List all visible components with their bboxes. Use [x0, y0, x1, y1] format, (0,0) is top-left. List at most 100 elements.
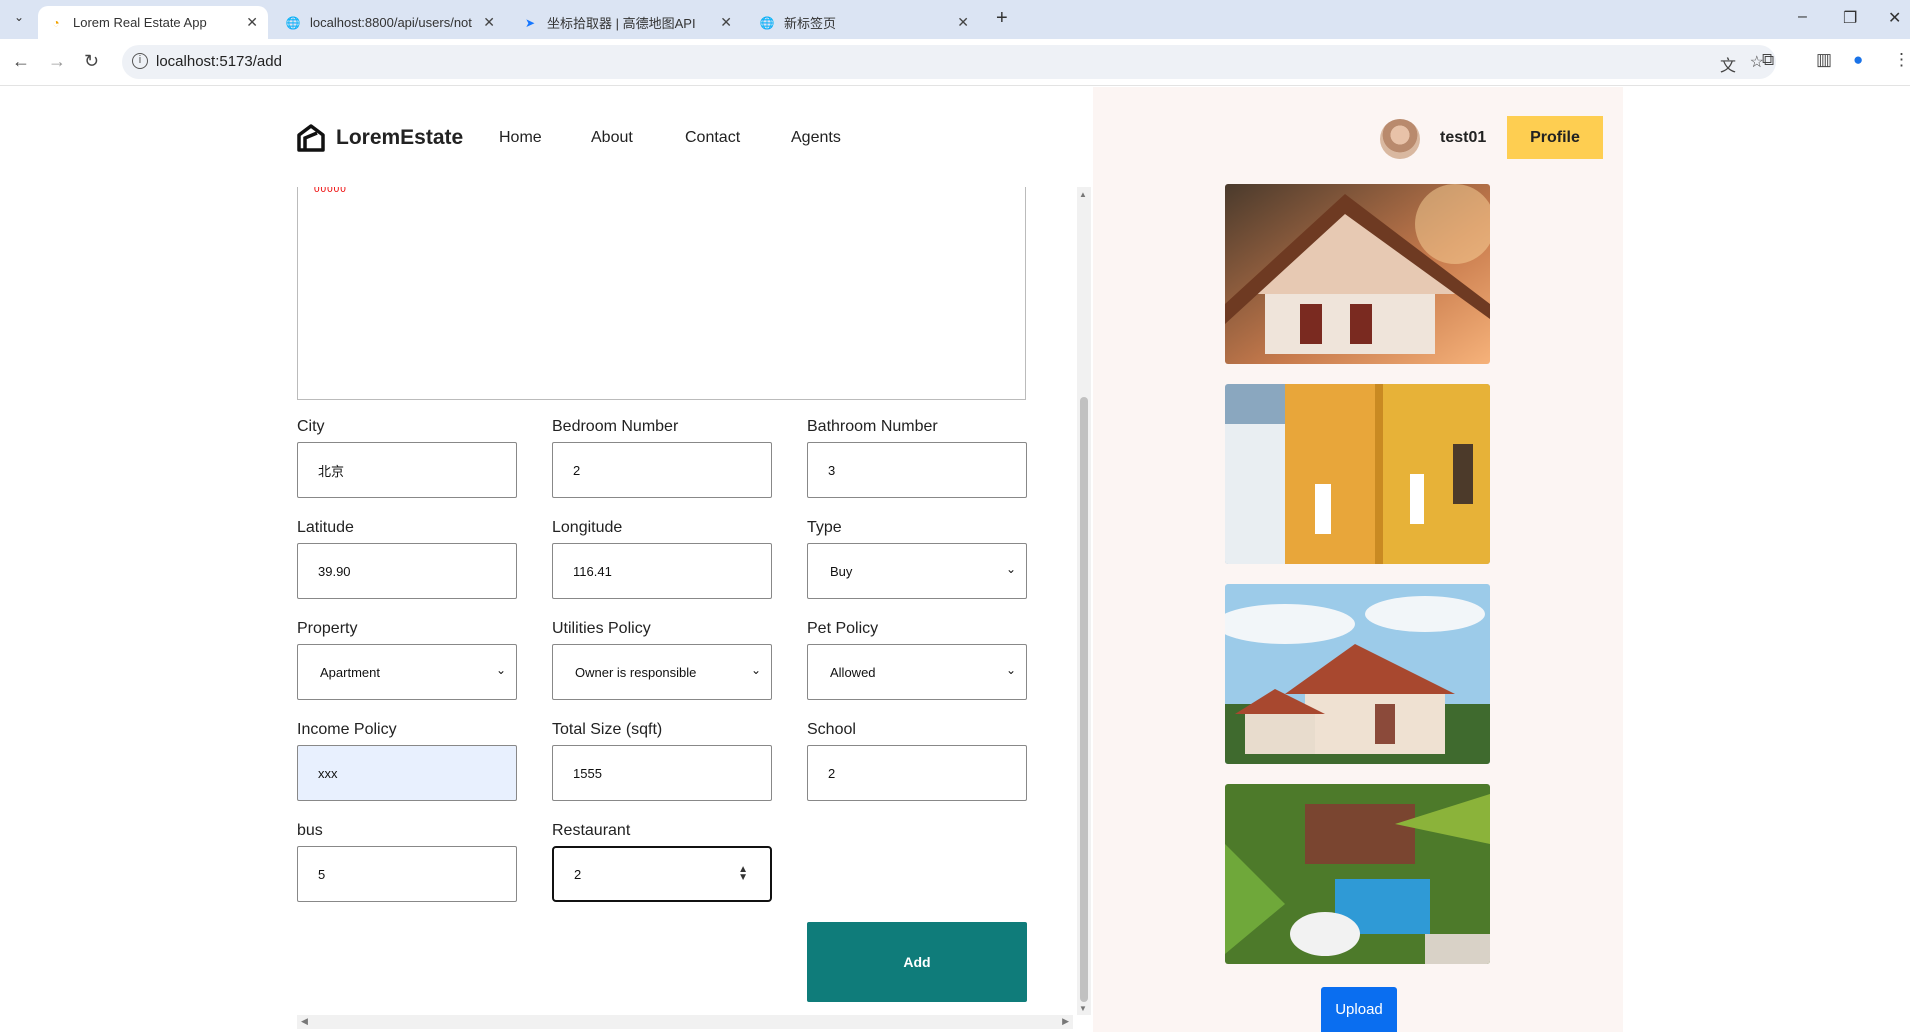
scroll-up-icon[interactable]: ▲: [1079, 190, 1087, 199]
avatar[interactable]: [1380, 119, 1420, 159]
menu-kebab-icon[interactable]: ⋮: [1893, 50, 1910, 70]
scroll-right-icon[interactable]: ▶: [1062, 1016, 1069, 1027]
uploaded-image-2: [1225, 384, 1490, 564]
nav-agents[interactable]: Agents: [791, 129, 841, 147]
browser-tab-bar: ⌄ ◔ Lorem Real Estate App ✕ 🌐 localhost:…: [0, 0, 1910, 39]
extensions-icon[interactable]: ⧉: [1762, 50, 1774, 70]
globe-icon: 🌐: [759, 15, 775, 30]
latitude-input[interactable]: 39.90: [297, 543, 517, 599]
new-tab-icon[interactable]: +: [996, 7, 1008, 30]
tab-title: localhost:8800/api/users/not: [310, 15, 472, 30]
reload-icon[interactable]: ↻: [84, 51, 99, 72]
username: test01: [1440, 129, 1487, 146]
bedroom-label: Bedroom Number: [552, 418, 679, 435]
restaurant-input[interactable]: 2 ▲ ▼: [552, 846, 772, 902]
globe-icon: 🌐: [285, 15, 301, 30]
site-info-icon[interactable]: i: [132, 53, 148, 69]
logo[interactable]: LoremEstate: [296, 123, 463, 153]
nav-home[interactable]: Home: [499, 129, 542, 147]
address-bar-row: ← → ↻ i localhost:5173/add 文 ☆ ⧉ ▥ ● ⋮: [0, 39, 1910, 86]
sidepanel-icon[interactable]: ▥: [1816, 50, 1832, 70]
logo-icon: [297, 124, 325, 152]
close-tab-icon[interactable]: ✕: [720, 14, 732, 31]
restore-icon[interactable]: ❐: [1843, 8, 1857, 28]
school-input[interactable]: 2: [807, 745, 1027, 801]
minimize-icon[interactable]: –: [1798, 8, 1807, 26]
pet-select[interactable]: Allowed ⌄: [807, 644, 1027, 700]
logo-text: LoremEstate: [336, 126, 464, 149]
property-select[interactable]: Apartment ⌄: [297, 644, 517, 700]
pet-group: Pet Policy Allowed ⌄: [807, 620, 1027, 700]
income-input[interactable]: xxx: [297, 745, 517, 801]
description-text: 00000: [314, 187, 347, 195]
bus-input[interactable]: 5: [297, 846, 517, 902]
close-tab-icon[interactable]: ✕: [483, 14, 495, 31]
school-group: School 2: [807, 721, 1027, 801]
scroll-left-icon[interactable]: ◀: [301, 1016, 308, 1027]
page: LoremEstate Home About Contact Agents te…: [0, 87, 1910, 1032]
restaurant-label: Restaurant: [552, 822, 631, 839]
longitude-input[interactable]: 116.41: [552, 543, 772, 599]
description-editor[interactable]: 00000: [297, 187, 1026, 400]
tab-new-tab[interactable]: 🌐 新标签页 ✕: [749, 6, 979, 39]
vertical-scrollbar[interactable]: ▲ ▼: [1077, 187, 1091, 1015]
app-favicon-icon: ◔: [52, 15, 60, 30]
profile-button[interactable]: Profile: [1507, 116, 1603, 159]
back-icon[interactable]: ←: [12, 51, 30, 72]
tab-title: 新标签页: [784, 16, 837, 31]
chevron-down-icon: ⌄: [495, 663, 506, 677]
close-tab-icon[interactable]: ✕: [246, 14, 258, 31]
tab-amap-picker[interactable]: ➤ 坐标拾取器 | 高德地图API ✕: [512, 6, 742, 39]
tab-api-users[interactable]: 🌐 localhost:8800/api/users/not ✕: [275, 6, 505, 39]
property-value: Apartment: [320, 664, 380, 680]
tab-lorem-real-estate[interactable]: ◔ Lorem Real Estate App ✕: [38, 6, 268, 39]
add-button[interactable]: Add: [807, 922, 1027, 1002]
tab-title: 坐标拾取器 | 高德地图API: [547, 16, 696, 31]
size-group: Total Size (sqft) 1555: [552, 721, 772, 801]
amap-icon: ➤: [524, 15, 536, 30]
city-label: City: [297, 418, 325, 435]
close-tab-icon[interactable]: ✕: [957, 14, 969, 31]
utilities-label: Utilities Policy: [552, 620, 651, 637]
type-value: Buy: [830, 563, 853, 579]
uploaded-image-3: [1225, 584, 1490, 764]
longitude-label: Longitude: [552, 519, 623, 536]
chevron-down-icon: ⌄: [750, 663, 761, 677]
url-field[interactable]: i localhost:5173/add 文 ☆: [122, 45, 1776, 79]
account-icon[interactable]: ●: [1853, 50, 1863, 70]
latitude-group: Latitude 39.90: [297, 519, 517, 599]
chevron-down-icon: ⌄: [1005, 663, 1016, 677]
scroll-thumb[interactable]: [1080, 397, 1088, 1002]
upload-button[interactable]: Upload: [1321, 987, 1397, 1032]
city-input[interactable]: 北京: [297, 442, 517, 498]
horizontal-scrollbar[interactable]: ◀ ▶: [297, 1015, 1073, 1029]
utilities-value: Owner is responsible: [575, 664, 697, 680]
school-label: School: [807, 721, 856, 738]
type-group: Type Buy ⌄: [807, 519, 1027, 599]
uploaded-image-1: [1225, 184, 1490, 364]
scroll-down-icon[interactable]: ▼: [1079, 1004, 1087, 1013]
size-input[interactable]: 1555: [552, 745, 772, 801]
restaurant-value: 2: [574, 866, 582, 882]
type-label: Type: [807, 519, 842, 536]
add-listing-form: 00000 City 北京 Bedroom Number 2 Bathroom …: [297, 187, 1087, 1017]
latitude-label: Latitude: [297, 519, 354, 536]
tab-search-icon[interactable]: ⌄: [8, 10, 30, 30]
income-label: Income Policy: [297, 721, 397, 738]
bathroom-input[interactable]: 3: [807, 442, 1027, 498]
type-select[interactable]: Buy ⌄: [807, 543, 1027, 599]
spinner-icon[interactable]: ▲ ▼: [738, 865, 748, 883]
utilities-select[interactable]: Owner is responsible ⌄: [552, 644, 772, 700]
longitude-group: Longitude 116.41: [552, 519, 772, 599]
tab-title: Lorem Real Estate App: [73, 15, 207, 30]
bus-label: bus: [297, 822, 323, 839]
restaurant-group: Restaurant 2 ▲ ▼: [552, 822, 772, 902]
close-window-icon[interactable]: ✕: [1888, 8, 1901, 28]
nav-about[interactable]: About: [591, 129, 633, 147]
city-group: City 北京: [297, 418, 517, 498]
translate-icon[interactable]: 文: [1720, 52, 1736, 76]
bedroom-input[interactable]: 2: [552, 442, 772, 498]
nav-contact[interactable]: Contact: [685, 129, 740, 147]
utilities-group: Utilities Policy Owner is responsible ⌄: [552, 620, 772, 700]
forward-icon[interactable]: →: [48, 51, 66, 72]
